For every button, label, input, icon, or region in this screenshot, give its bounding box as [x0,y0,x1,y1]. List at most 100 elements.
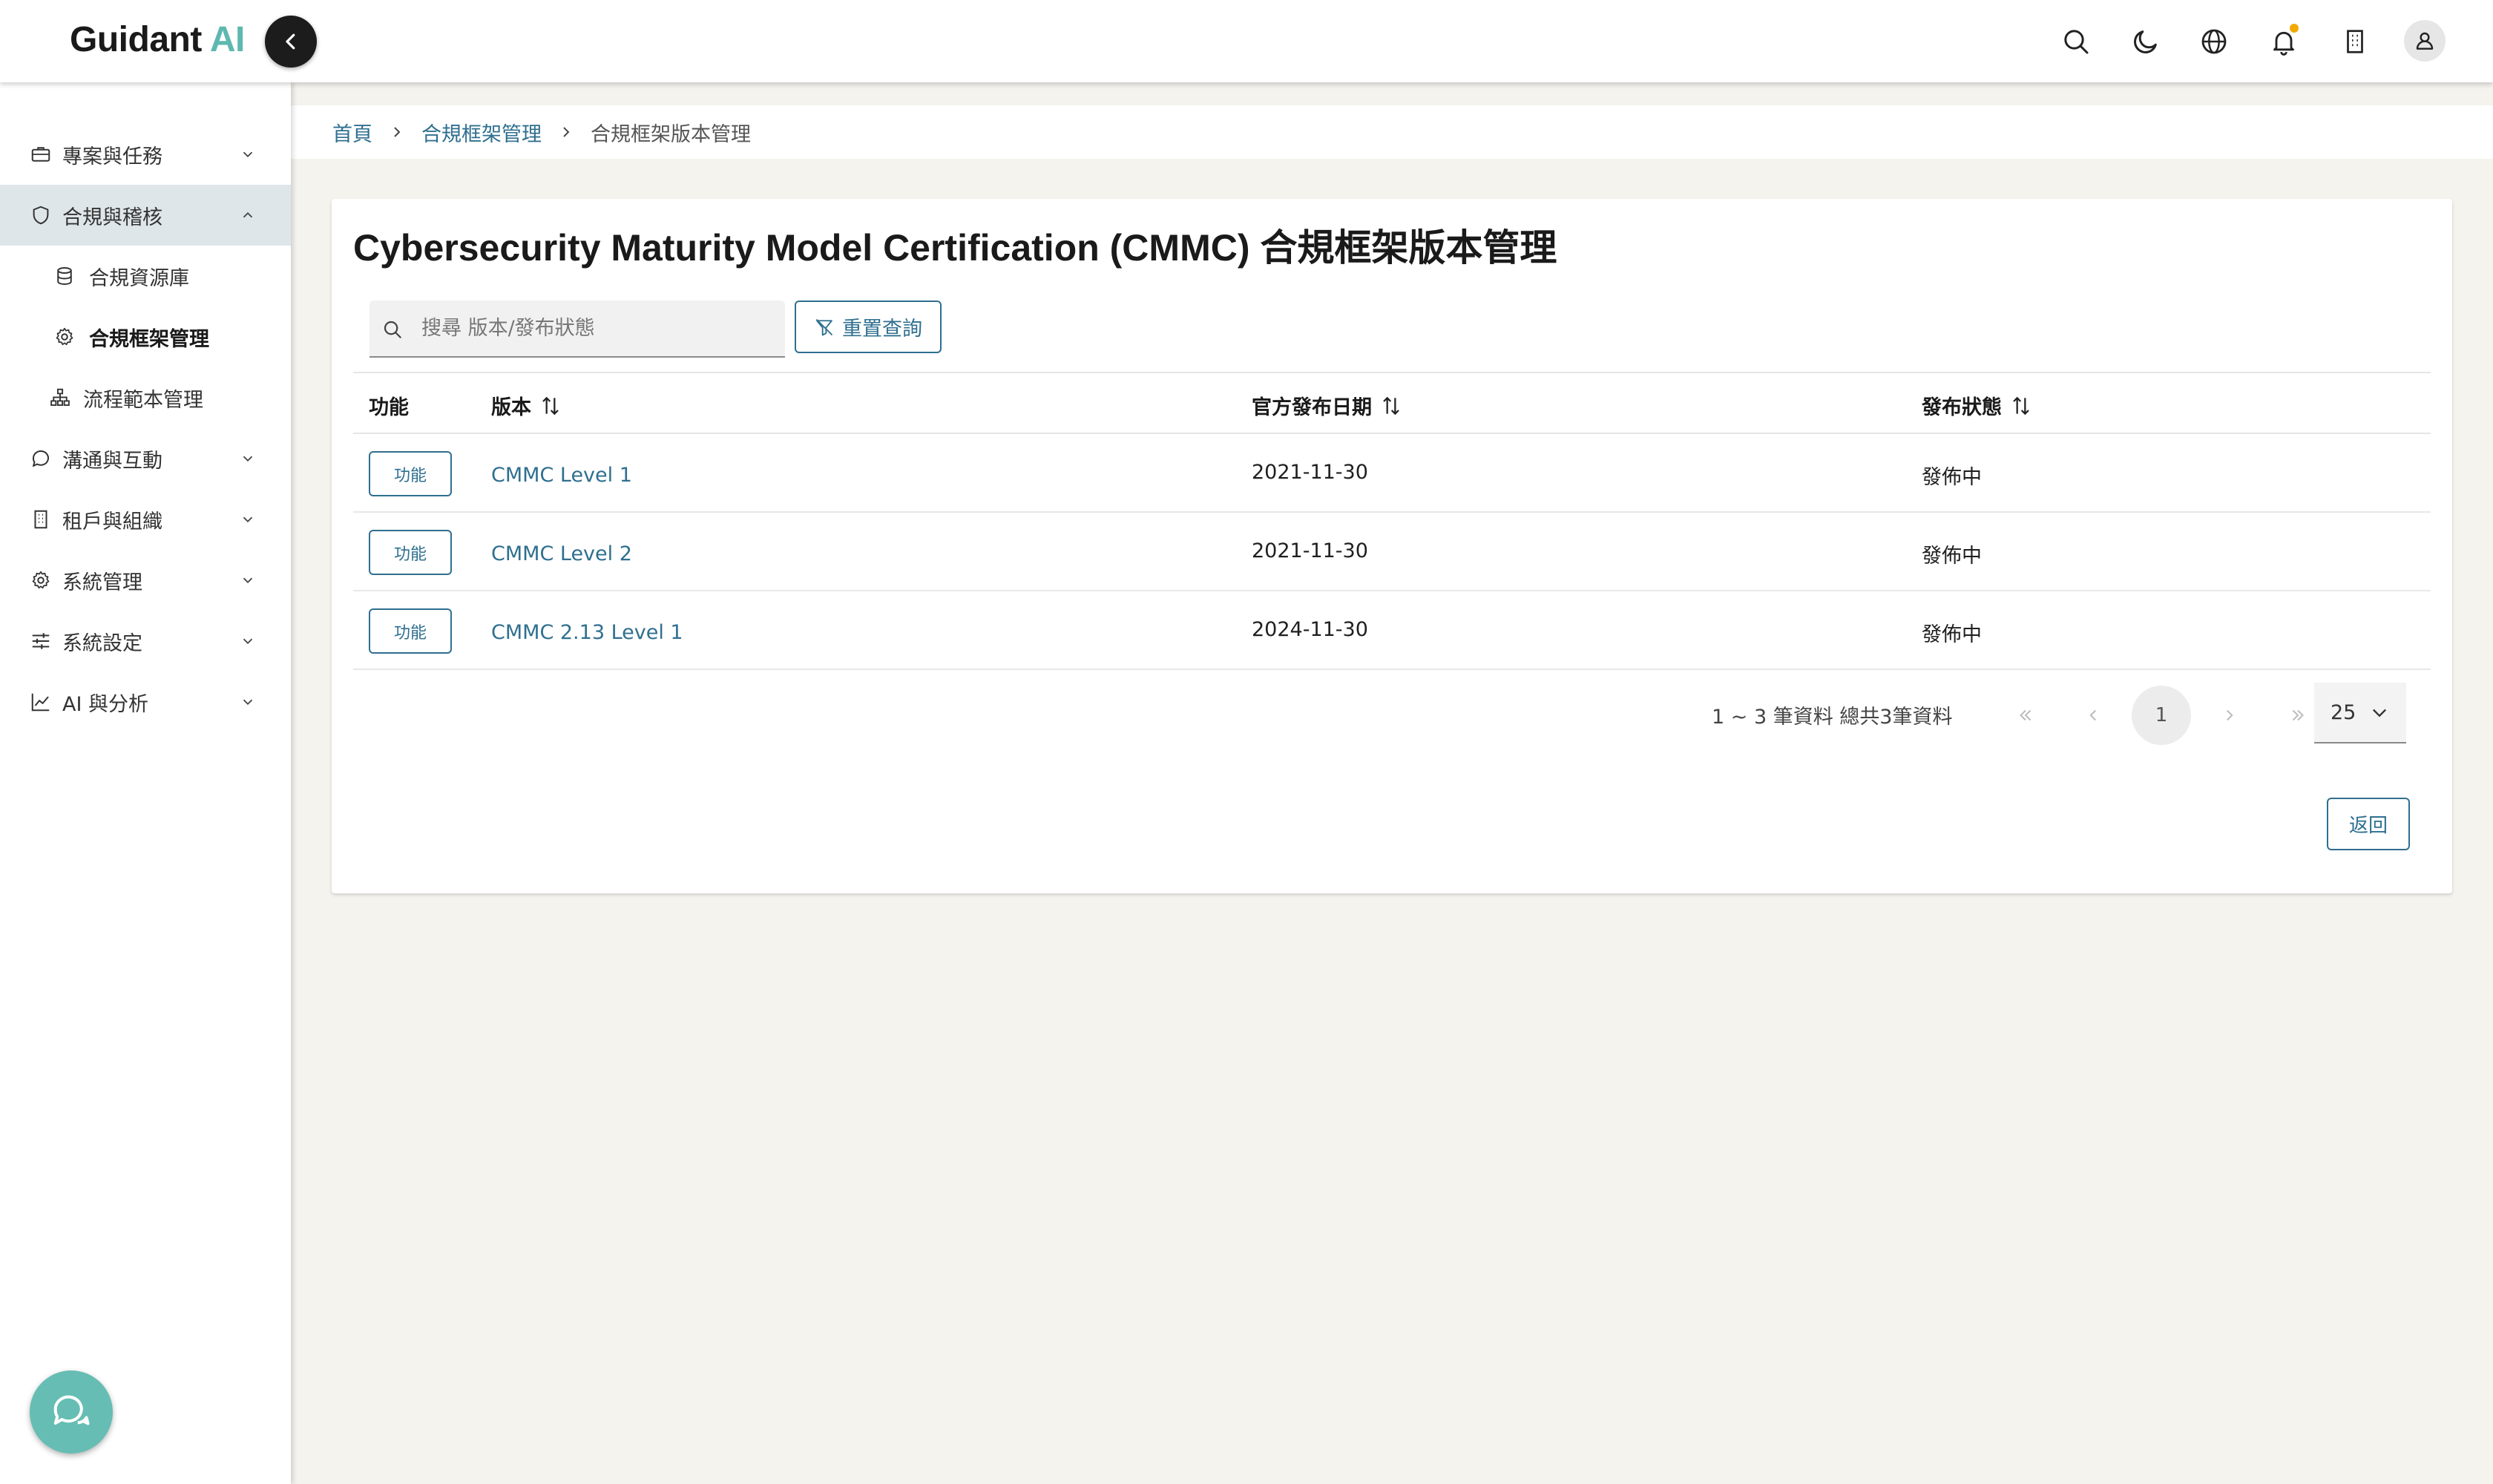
chevron-down-icon [243,577,253,584]
row-actions-button[interactable]: 功能 [369,451,452,496]
search-input[interactable] [421,301,778,356]
column-header-version[interactable]: 版本 [491,391,562,420]
sidebar-item-label: 合規與稽核 [62,206,162,229]
chevron-right-icon [2227,709,2233,721]
sidebar-item-label: 專案與任務 [62,145,162,168]
row-actions-button[interactable]: 功能 [369,530,452,575]
page-size-value: 25 [2331,700,2356,724]
first-page-button[interactable] [1996,686,2055,745]
chevron-down-icon [243,456,253,462]
briefcase-icon [31,147,50,162]
table-row: 功能 CMMC Level 2 2021-11-30 發佈中 [353,513,2431,591]
breadcrumb-current: 合規框架版本管理 [591,122,751,146]
sidebar-item-compliance[interactable]: 合規與稽核 [0,185,291,246]
sidebar-item-system-management[interactable]: 系統管理 [0,550,291,611]
sort-icon[interactable] [2009,393,2033,418]
sidebar-item-ai-analytics[interactable]: AI 與分析 [0,672,291,732]
top-bar: Guidant AI [0,0,2493,82]
chevrons-right-icon [2292,709,2304,721]
chat-assistant-button[interactable] [30,1370,113,1454]
column-header-label: 版本 [491,396,531,419]
chevron-down-icon [243,699,253,706]
app-logo[interactable]: Guidant AI [70,19,245,60]
moon-icon [2134,30,2157,53]
chevron-left-icon [286,33,295,50]
sidebar-item-label: 流程範本管理 [83,388,203,412]
release-date: 2024-11-30 [1252,618,1368,641]
chevron-right-icon [563,127,570,137]
building-icon [34,510,47,529]
sidebar-item-label: 系統設定 [62,631,142,655]
organization-button[interactable] [2336,22,2374,61]
search-icon [2064,30,2089,54]
search-button[interactable] [2057,22,2095,61]
table-row: 功能 CMMC 2.13 Level 1 2024-11-30 發佈中 [353,591,2431,670]
reset-query-label: 重置查詢 [842,318,922,341]
row-actions-button[interactable]: 功能 [369,608,452,654]
globe-icon [2201,29,2227,54]
logo-accent: AI [209,20,246,59]
search-field[interactable] [369,301,785,358]
sort-icon[interactable] [1379,393,1403,418]
sidebar: 專案與任務 合規與稽核 合規資源庫 合規框架管理 流程範本管理 溝通與互動 租戶… [0,82,291,1484]
chevron-down-icon [243,516,253,523]
sidebar-item-compliance-library[interactable]: 合規資源庫 [0,246,291,306]
column-header-release-date[interactable]: 官方發布日期 [1252,391,1403,420]
breadcrumb: 首頁 合規框架管理 合規框架版本管理 [291,105,2493,159]
version-link[interactable]: CMMC 2.13 Level 1 [491,621,683,644]
column-header-label: 發布狀態 [1922,396,2002,419]
filter-off-icon [815,318,833,335]
breadcrumb-home-link[interactable]: 首頁 [332,118,372,147]
chevron-down-icon [243,151,253,158]
breadcrumb-parent-link[interactable]: 合規框架管理 [421,118,542,147]
chart-icon [31,693,50,712]
back-button[interactable]: 返回 [2327,798,2410,850]
page-number-button[interactable]: 1 [2132,686,2191,745]
sidebar-item-label: AI 與分析 [62,692,149,716]
previous-page-button[interactable] [2063,686,2123,745]
logo-text: Guidant [70,20,202,59]
user-icon [2416,32,2434,50]
sidebar-item-label: 租戶與組織 [62,510,162,533]
release-status: 發佈中 [1922,466,1982,489]
pagination-info: 1 ~ 3 筆資料 總共3筆資料 [1712,706,1953,729]
sidebar-item-tenants[interactable]: 租戶與組織 [0,489,291,550]
collapse-sidebar-button[interactable] [265,16,317,68]
user-avatar[interactable] [2404,20,2446,62]
main-card: Cybersecurity Maturity Model Certificati… [332,199,2452,893]
chevron-down-icon [243,638,253,645]
version-link[interactable]: CMMC Level 1 [491,464,632,487]
notification-dot [2290,24,2299,33]
sidebar-item-label: 溝通與互動 [62,449,162,473]
sort-icon[interactable] [539,393,562,418]
chat-icon [32,450,49,467]
database-icon [57,267,72,286]
version-link[interactable]: CMMC Level 2 [491,542,632,565]
release-date: 2021-11-30 [1252,539,1368,562]
language-button[interactable] [2195,22,2233,61]
column-header-status[interactable]: 發布狀態 [1922,391,2033,420]
sidebar-item-system-settings[interactable]: 系統設定 [0,611,291,672]
sidebar-item-label: 系統管理 [62,571,142,594]
sidebar-item-communication[interactable]: 溝通與互動 [0,428,291,489]
chat-bubbles-icon [53,1395,90,1425]
page-size-select[interactable]: 25 [2314,683,2406,743]
release-date: 2021-11-30 [1252,461,1368,484]
sidebar-item-process-templates[interactable]: 流程範本管理 [0,367,291,428]
reset-query-button[interactable]: 重置查詢 [795,301,942,353]
sidebar-item-framework-management[interactable]: 合規框架管理 [0,306,291,367]
chevron-left-icon [2089,709,2096,721]
gear-icon [56,327,73,346]
hierarchy-icon [50,388,70,406]
column-header-label: 官方發布日期 [1252,396,1372,419]
next-page-button[interactable] [2200,686,2259,745]
table-header: 功能 版本 官方發布日期 發布狀態 [353,372,2431,434]
search-icon [384,321,401,338]
sidebar-item-projects[interactable]: 專案與任務 [0,124,291,185]
theme-toggle-button[interactable] [2126,22,2165,61]
notifications-button[interactable] [2264,22,2303,61]
gear-icon [32,571,50,589]
chevron-down-icon [2373,709,2387,718]
chevron-right-icon [394,127,401,137]
column-header-actions: 功能 [369,391,409,420]
